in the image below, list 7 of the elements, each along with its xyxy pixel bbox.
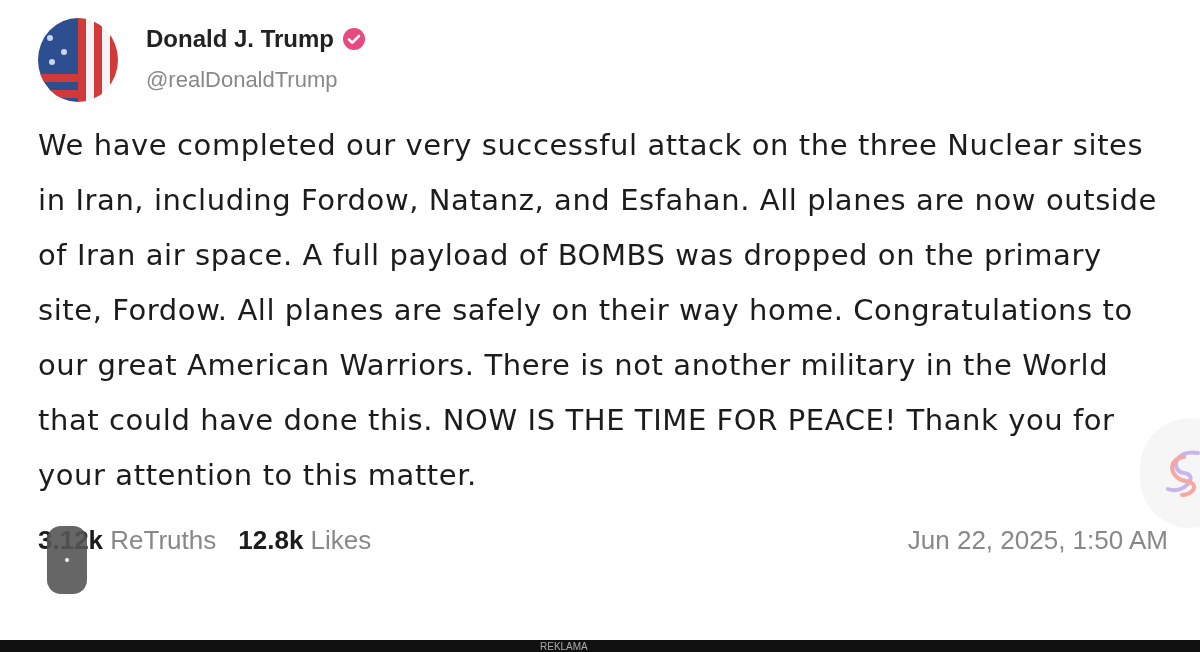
author-handle[interactable]: @realDonaldTrump xyxy=(146,62,366,96)
ad-label: REKLAMA xyxy=(540,640,588,652)
post-stat[interactable]: 12.8k Likes xyxy=(238,521,372,560)
post-timestamp[interactable]: Jun 22, 2025, 1:50 AM xyxy=(907,521,1168,560)
loop-icon xyxy=(1164,449,1200,497)
post-text: We have completed our very successful attack on the three Nuclear sites in Iran, including Fordow, Natanz, and Esfahan. All planes are now outside of Iran air space. A full payload of BOMBS was dropped on the primary site, Fordow. All planes are safely on their way home. Congratulations to our great American Warriors. There is not another military in the World that could have done this. NOW IS THE TIME FOR PEACE! Thank you for your attention to this matter. xyxy=(38,127,1158,494)
author-name[interactable]: Donald J. Trump xyxy=(146,20,334,57)
